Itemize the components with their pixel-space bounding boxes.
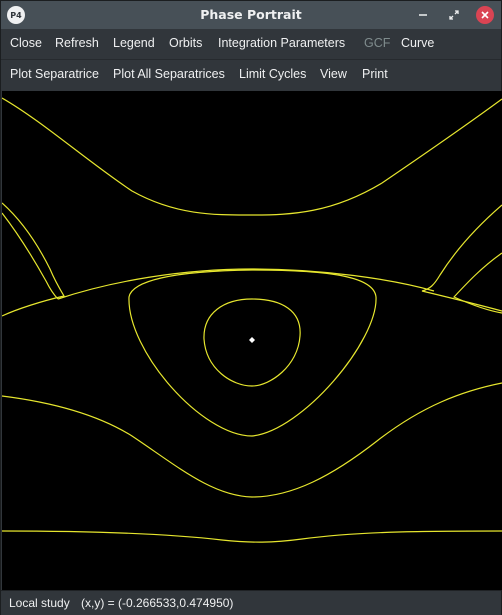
view-button[interactable]: View bbox=[320, 67, 347, 81]
phase-portrait-window: P4 Phase Portrait Close Refresh Legend O… bbox=[0, 0, 502, 615]
main-toolbar: Close Refresh Legend Orbits Integration … bbox=[1, 29, 501, 60]
close-icon[interactable] bbox=[476, 6, 494, 24]
singular-point-marker bbox=[249, 337, 255, 343]
status-bar: Local study (x,y) = (-0.266533,0.474950) bbox=[1, 590, 501, 615]
orbit-lower-arc bbox=[2, 382, 502, 498]
status-mode: Local study bbox=[9, 596, 70, 610]
orbit-right-wing bbox=[421, 204, 502, 312]
orbits-group bbox=[2, 97, 502, 543]
print-button[interactable]: Print bbox=[362, 67, 388, 81]
orbit-mid-band bbox=[57, 268, 435, 300]
plot-separatrice-button[interactable]: Plot Separatrice bbox=[10, 67, 99, 81]
orbit-outer-loop bbox=[128, 269, 377, 437]
orbit-top-arc bbox=[2, 97, 502, 216]
orbit-left-wing-inner bbox=[2, 212, 59, 300]
gcf-button[interactable]: GCF bbox=[364, 36, 390, 50]
status-coordinates: (x,y) = (-0.266533,0.474950) bbox=[81, 596, 234, 610]
separatrix-toolbar: Plot Separatrice Plot All Separatrices L… bbox=[1, 60, 501, 91]
orbit-bottom-line bbox=[2, 530, 502, 543]
phase-portrait-canvas[interactable] bbox=[2, 91, 502, 590]
title-bar[interactable]: P4 Phase Portrait bbox=[1, 1, 501, 29]
orbits-button[interactable]: Orbits bbox=[169, 36, 202, 50]
legend-button[interactable]: Legend bbox=[113, 36, 155, 50]
limit-cycles-button[interactable]: Limit Cycles bbox=[239, 67, 306, 81]
plot-all-separatrices-button[interactable]: Plot All Separatrices bbox=[113, 67, 225, 81]
restore-icon[interactable] bbox=[445, 6, 463, 24]
refresh-button[interactable]: Refresh bbox=[55, 36, 99, 50]
integration-parameters-button[interactable]: Integration Parameters bbox=[218, 36, 345, 50]
close-button[interactable]: Close bbox=[10, 36, 42, 50]
phase-portrait-plot[interactable] bbox=[2, 91, 502, 590]
orbit-right-wing-inner bbox=[452, 252, 502, 314]
curve-button[interactable]: Curve bbox=[401, 36, 434, 50]
minimize-icon[interactable] bbox=[414, 6, 432, 24]
